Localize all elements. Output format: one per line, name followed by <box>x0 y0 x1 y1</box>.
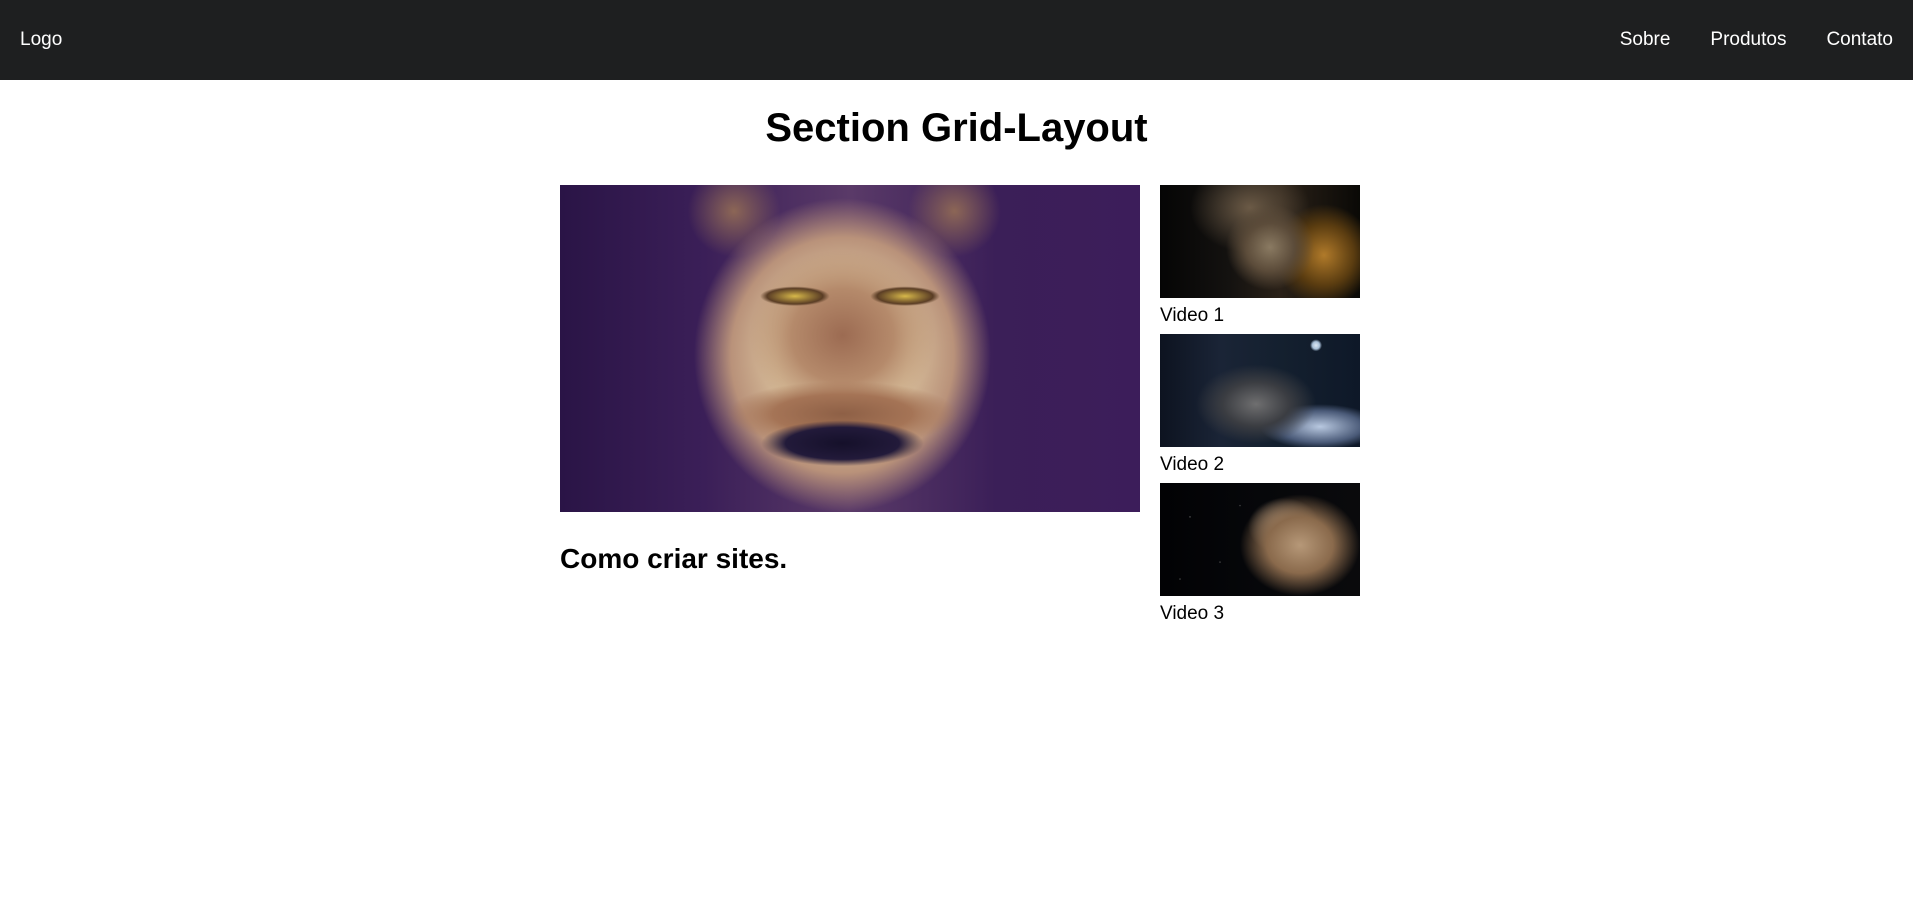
video-card-2[interactable]: Video 2 <box>1160 334 1360 476</box>
main-heading: Como criar sites. <box>560 543 788 574</box>
video-thumbnail-2[interactable] <box>1160 334 1360 447</box>
video-label-3: Video 3 <box>1160 603 1225 624</box>
main-content: Como criar sites. <box>560 185 1140 632</box>
video-thumbnail-1[interactable] <box>1160 185 1360 298</box>
video-card-1[interactable]: Video 1 <box>1160 185 1360 327</box>
logo-link[interactable]: Logo <box>20 29 62 51</box>
video-label-2: Video 2 <box>1160 454 1225 475</box>
video-thumbnail-3[interactable] <box>1160 483 1360 596</box>
navbar: Logo Sobre Produtos Contato <box>0 0 1913 80</box>
nav-link-contato[interactable]: Contato <box>1826 29 1893 51</box>
main-wolf-image <box>560 185 1140 512</box>
video-card-3[interactable]: Video 3 <box>1160 483 1360 625</box>
nav-menu: Sobre Produtos Contato <box>1580 29 1893 51</box>
video-sidebar: Video 1 Video 2 Video 3 <box>1160 185 1360 632</box>
video-label-1: Video 1 <box>1160 305 1225 326</box>
grid-layout: Como criar sites. Video 1 Video 2 Video … <box>560 185 1360 632</box>
nav-link-sobre[interactable]: Sobre <box>1620 29 1671 51</box>
nav-link-produtos[interactable]: Produtos <box>1710 29 1786 51</box>
section-title: Section Grid-Layout <box>765 106 1148 150</box>
